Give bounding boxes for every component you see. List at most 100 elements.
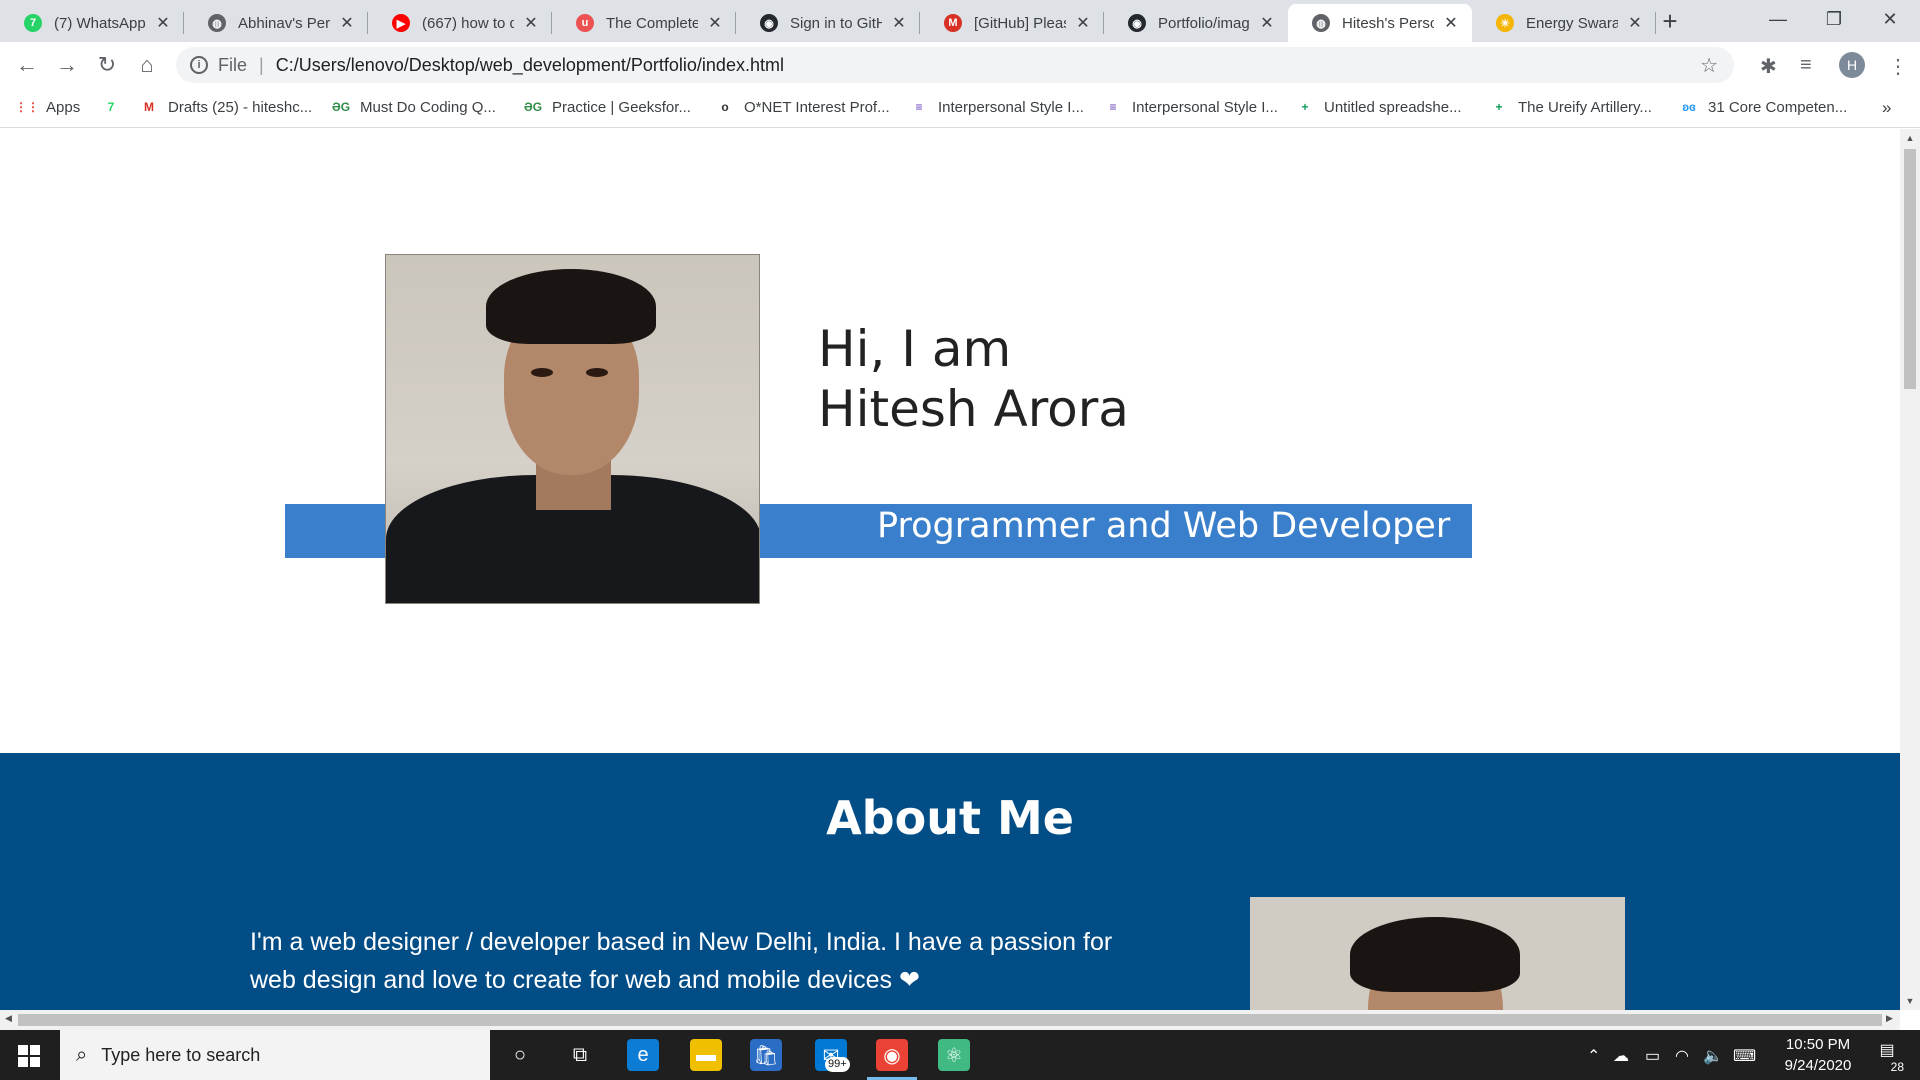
file-explorer-icon[interactable]: ▬ [690,1039,722,1071]
forms-icon: ≡ [915,100,923,114]
bookmark-label: 31 Core Competen... [1708,98,1848,116]
tab-close-icon[interactable]: ✕ [890,13,908,33]
tab-close-icon[interactable]: ✕ [1258,13,1276,33]
close-window-button[interactable]: ✕ [1860,0,1920,40]
bookmark-item[interactable]: ⋮⋮ Apps [15,98,81,116]
horizontal-scrollbar[interactable]: ◀ ▶ [0,1010,1900,1030]
scroll-up-arrow-icon[interactable]: ▲ [1900,133,1920,143]
browser-toolbar: ← → ↻ ⌂ i File | C:/Users/lenovo/Desktop… [0,42,1920,88]
geeksforgeeks-icon: ƏG [523,100,543,114]
bookmark-label: Apps [46,98,81,116]
butterfly-icon: ʚɞ [1682,100,1696,114]
sun-icon: ☀ [1496,14,1514,32]
info-icon[interactable]: i [190,56,208,74]
apps-grid-icon: ⋮⋮ [15,100,39,114]
wifi-icon[interactable]: ◠ [1675,1046,1689,1066]
tab-close-icon[interactable]: ✕ [1442,13,1460,33]
bookmark-item[interactable]: 7 [102,98,130,116]
onet-icon: o [721,100,729,114]
vertical-scroll-thumb[interactable] [1904,149,1916,389]
minimize-button[interactable]: — [1748,0,1808,40]
bookmark-item[interactable]: + The Ureify Artillery... [1490,98,1651,116]
gmail-icon: M [944,14,962,32]
tab-title: (667) how to do [422,14,514,32]
tab-close-icon[interactable]: ✕ [1626,13,1644,33]
tab-4[interactable]: ◉ Sign in to GitHu ✕ [736,4,920,42]
profile-avatar[interactable]: H [1839,52,1865,78]
address-bar[interactable]: i File | C:/Users/lenovo/Desktop/web_dev… [176,47,1734,83]
sheets-icon: + [1301,100,1309,114]
geeksforgeeks-icon: ƏG [331,100,351,114]
store-icon[interactable]: 🛍 [750,1039,782,1071]
url-text[interactable]: C:/Users/lenovo/Desktop/web_development/… [276,55,784,76]
volume-icon[interactable]: 🔈 [1703,1046,1723,1066]
photo-eye-left [531,368,553,377]
bookmark-item[interactable]: ≡ Interpersonal Style I... [1104,98,1278,116]
bookmark-item[interactable]: ƏG Must Do Coding Q... [332,98,496,116]
back-arrow-icon[interactable]: ← [12,50,42,80]
bookmark-item[interactable]: + Untitled spreadshe... [1296,98,1462,116]
tab-title: Energy Swaraj [1526,14,1618,32]
taskbar-search-box[interactable]: ⌕ Type here to search [60,1030,490,1080]
chrome-icon[interactable]: ◉ [876,1039,908,1071]
horizontal-scroll-thumb[interactable] [18,1014,1882,1026]
home-icon[interactable]: ⌂ [132,50,162,80]
action-center-button[interactable]: ▤ 28 [1870,1040,1904,1074]
tab-0[interactable]: 7 (7) WhatsApp ✕ [0,4,184,42]
forward-arrow-icon[interactable]: → [52,50,82,80]
bookmark-label: Practice | Geeksfor... [552,98,691,116]
notification-count: 28 [1890,1060,1904,1074]
bookmark-item[interactable]: ʚɞ 31 Core Competen... [1680,98,1847,116]
search-icon: ⌕ [76,1043,88,1066]
bookmark-item[interactable]: ƏG Practice | Geeksfor... [524,98,691,116]
bookmark-star-icon[interactable]: ☆ [1700,53,1718,78]
bookmarks-overflow-button[interactable]: » [1882,98,1891,118]
bookmark-label: Interpersonal Style I... [1132,98,1278,116]
tab-6[interactable]: ◉ Portfolio/image ✕ [1104,4,1288,42]
new-tab-button[interactable]: + [1655,6,1685,36]
tab-close-icon[interactable]: ✕ [154,13,172,33]
bookmark-item[interactable]: ≡ Interpersonal Style I... [910,98,1083,116]
youtube-icon: ▶ [392,14,410,32]
photo-eye-right [586,368,608,377]
bookmark-item[interactable]: o O*NET Interest Prof... [716,98,889,116]
extensions-icon[interactable]: ✱ [1760,54,1777,79]
windows-start-icon[interactable] [18,1045,40,1067]
tab-8[interactable]: ☀ Energy Swaraj ✕ [1472,4,1656,42]
tab-close-icon[interactable]: ✕ [338,13,356,33]
tab-2[interactable]: ▶ (667) how to do ✕ [368,4,552,42]
edge-icon[interactable]: e [627,1039,659,1071]
vertical-scrollbar[interactable]: ▲ ▼ [1900,129,1920,1010]
tab-close-icon[interactable]: ✕ [706,13,724,33]
scroll-down-arrow-icon[interactable]: ▼ [1900,996,1920,1006]
tab-close-icon[interactable]: ✕ [522,13,540,33]
bookmark-item[interactable]: M Drafts (25) - hiteshc... [140,98,312,116]
tab-title: Hitesh's Person [1342,14,1434,32]
hero-role: Programmer and Web Developer [877,506,1451,546]
profile-photo [385,254,760,604]
scroll-left-arrow-icon[interactable]: ◀ [5,1013,12,1024]
taskbar-clock[interactable]: 10:50 PM 9/24/2020 [1768,1034,1868,1076]
reload-icon[interactable]: ↻ [92,50,122,80]
hero-name: Hitesh Arora [818,380,1129,438]
cortana-icon[interactable]: ○ [504,1039,536,1071]
scroll-right-arrow-icon[interactable]: ▶ [1886,1013,1893,1024]
atom-icon[interactable]: ⚛ [938,1039,970,1071]
tab-close-icon[interactable]: ✕ [1074,13,1092,33]
more-menu-icon[interactable]: ⋮ [1888,54,1908,79]
globe-icon: ◍ [1312,14,1330,32]
battery-icon[interactable]: ▭ [1645,1046,1660,1066]
tab-1[interactable]: ◍ Abhinav's Perso ✕ [184,4,368,42]
bookmark-label: Untitled spreadshe... [1324,98,1462,116]
keyboard-icon[interactable]: ⌨ [1733,1046,1756,1066]
onedrive-icon[interactable]: ☁ [1613,1046,1629,1066]
tab-3[interactable]: u The Complete 2 ✕ [552,4,736,42]
media-queue-icon[interactable]: ≡ [1800,54,1812,77]
sheets-icon: + [1495,100,1503,114]
clock-time: 10:50 PM [1785,1036,1851,1053]
tab-5[interactable]: M [GitHub] Please ✕ [920,4,1104,42]
restore-button[interactable]: ❐ [1804,0,1864,40]
task-view-icon[interactable]: ⧉ [564,1039,596,1071]
tray-overflow-icon[interactable]: ⌃ [1587,1046,1600,1066]
tab-7[interactable]: ◍ Hitesh's Person ✕ [1288,4,1472,42]
